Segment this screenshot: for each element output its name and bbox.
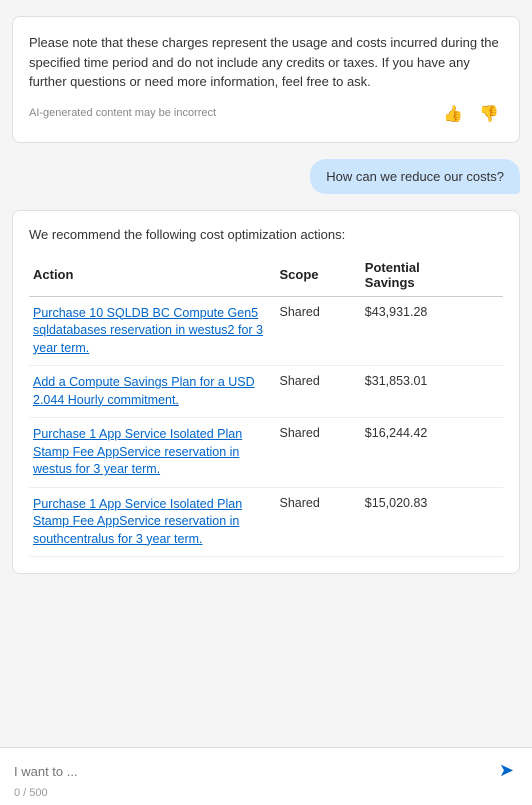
table-row: Purchase 1 App Service Isolated Plan Sta… — [29, 418, 503, 488]
chat-container: Please note that these charges represent… — [0, 0, 532, 747]
table-cell-savings-2: $16,244.42 — [361, 418, 503, 488]
col-header-savings-text: PotentialSavings — [365, 260, 420, 290]
table-row: Add a Compute Savings Plan for a USD 2.0… — [29, 366, 503, 418]
char-count: 0 / 500 — [14, 783, 518, 799]
table-cell-savings-3: $15,020.83 — [361, 487, 503, 557]
ai-message-1: Please note that these charges represent… — [12, 16, 520, 143]
table-row: Purchase 1 App Service Isolated Plan Sta… — [29, 487, 503, 557]
col-header-scope: Scope — [275, 254, 360, 297]
action-link-3[interactable]: Purchase 1 App Service Isolated Plan Sta… — [33, 496, 271, 549]
table-cell-savings-1: $31,853.01 — [361, 366, 503, 418]
ai-message-2: We recommend the following cost optimiza… — [12, 210, 520, 575]
table-cell-action-0: Purchase 10 SQLDB BC Compute Gen5 sqldat… — [29, 296, 275, 366]
table-cell-scope-0: Shared — [275, 296, 360, 366]
cost-table: Action Scope PotentialSavings Purchase 1… — [29, 254, 503, 558]
table-cell-savings-0: $43,931.28 — [361, 296, 503, 366]
thumbs-down-icon: 👎 — [479, 106, 499, 123]
feedback-icons: 👍 👎 — [439, 102, 503, 126]
thumbs-down-button[interactable]: 👎 — [475, 102, 503, 126]
ai-message-1-text: Please note that these charges represent… — [29, 33, 503, 92]
chat-input[interactable] — [14, 760, 487, 783]
col-header-savings: PotentialSavings — [361, 254, 503, 297]
thumbs-up-icon: 👍 — [443, 106, 463, 123]
ai-disclaimer: AI-generated content may be incorrect — [29, 105, 216, 122]
table-row: Purchase 10 SQLDB BC Compute Gen5 sqldat… — [29, 296, 503, 366]
action-link-2[interactable]: Purchase 1 App Service Isolated Plan Sta… — [33, 426, 271, 479]
table-cell-scope-2: Shared — [275, 418, 360, 488]
action-link-1[interactable]: Add a Compute Savings Plan for a USD 2.0… — [33, 374, 271, 409]
send-icon: ➤ — [499, 760, 514, 780]
table-intro-text: We recommend the following cost optimiza… — [29, 227, 503, 242]
table-cell-action-1: Add a Compute Savings Plan for a USD 2.0… — [29, 366, 275, 418]
col-header-action: Action — [29, 254, 275, 297]
send-button[interactable]: ➤ — [495, 758, 518, 783]
input-row: ➤ — [14, 758, 518, 783]
thumbs-up-button[interactable]: 👍 — [439, 102, 467, 126]
user-message-text: How can we reduce our costs? — [326, 169, 504, 184]
action-link-0[interactable]: Purchase 10 SQLDB BC Compute Gen5 sqldat… — [33, 305, 271, 358]
table-cell-action-2: Purchase 1 App Service Isolated Plan Sta… — [29, 418, 275, 488]
user-message: How can we reduce our costs? — [310, 159, 520, 194]
table-cell-scope-1: Shared — [275, 366, 360, 418]
table-header-row: Action Scope PotentialSavings — [29, 254, 503, 297]
input-area: ➤ 0 / 500 — [0, 747, 532, 805]
table-cell-action-3: Purchase 1 App Service Isolated Plan Sta… — [29, 487, 275, 557]
table-cell-scope-3: Shared — [275, 487, 360, 557]
